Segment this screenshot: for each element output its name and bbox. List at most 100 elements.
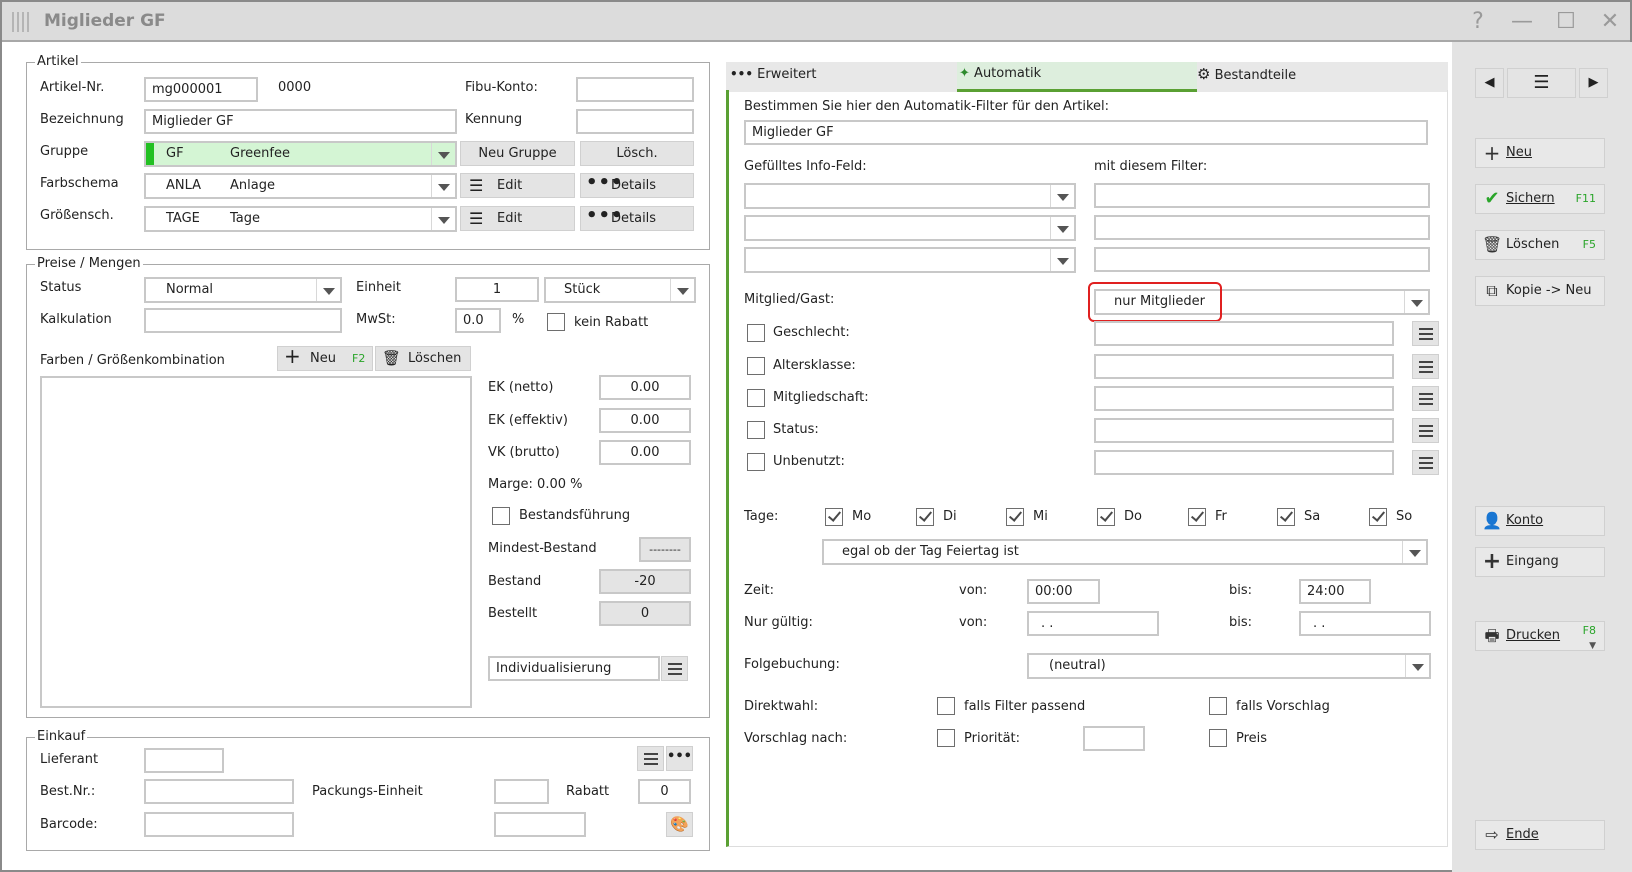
chevron-down-icon[interactable] xyxy=(1405,655,1429,677)
lieferant-menu-button[interactable] xyxy=(637,746,664,771)
geschlecht-checkbox[interactable] xyxy=(747,324,765,342)
maximize-button[interactable]: ☐ xyxy=(1552,8,1580,36)
chevron-down-icon[interactable] xyxy=(1050,249,1074,271)
chevron-down-icon[interactable] xyxy=(431,143,455,165)
altersklasse-input[interactable] xyxy=(1094,354,1394,379)
zeit-bis-input[interactable]: 24:00 xyxy=(1299,579,1371,604)
chevron-down-icon[interactable]: ▼ xyxy=(1589,632,1596,660)
packungs-einheit-input[interactable] xyxy=(494,779,549,804)
feiertag-select[interactable]: egal ob der Tag Feiertag ist xyxy=(822,539,1428,565)
palette-icon[interactable]: 🎨 xyxy=(666,812,693,837)
tab-automatik[interactable]: ✦ Automatik xyxy=(959,60,1041,88)
bezeichnung-input[interactable]: Miglieder GF xyxy=(144,109,457,134)
day-sa-checkbox[interactable] xyxy=(1277,508,1295,526)
help-icon[interactable]: ? xyxy=(1464,8,1492,36)
mindest-input[interactable]: -------- xyxy=(639,537,691,562)
barcode-input[interactable] xyxy=(144,812,294,837)
day-fr-checkbox[interactable] xyxy=(1188,508,1206,526)
list-menu-button[interactable]: ☰ xyxy=(1507,68,1576,98)
chevron-down-icon[interactable] xyxy=(1050,217,1074,239)
chevron-down-icon[interactable] xyxy=(1050,185,1074,207)
geschlecht-input[interactable] xyxy=(1094,321,1394,346)
tab-erweitert[interactable]: ••• Erweitert xyxy=(730,60,817,88)
einheit-input[interactable]: 1 xyxy=(455,277,539,302)
neu-gruppe-button[interactable]: Neu Gruppe xyxy=(460,141,575,166)
day-so-checkbox[interactable] xyxy=(1369,508,1387,526)
altersklasse-checkbox[interactable] xyxy=(747,357,765,375)
auto-status-input[interactable] xyxy=(1094,418,1394,443)
ek-eff-input[interactable]: 0.00 xyxy=(599,408,691,433)
status-select[interactable]: Normal xyxy=(144,277,342,303)
status-checkbox[interactable] xyxy=(747,421,765,439)
groess-details-button[interactable]: ••• Details xyxy=(580,205,694,231)
automatik-filter-name-input[interactable]: Miglieder GF xyxy=(744,120,1428,145)
day-di-checkbox[interactable] xyxy=(916,508,934,526)
artikel-nr-input[interactable]: mg000001 xyxy=(144,77,258,102)
chevron-down-icon[interactable] xyxy=(670,279,694,301)
chevron-down-icon[interactable] xyxy=(1404,291,1428,313)
kalkulation-input[interactable] xyxy=(144,308,342,333)
einheit-unit-select[interactable]: Stück xyxy=(544,277,696,303)
kennung-input[interactable] xyxy=(576,109,694,134)
folgebuchung-select[interactable]: (neutral) xyxy=(1027,653,1431,679)
ek-netto-input[interactable]: 0.00 xyxy=(599,375,691,400)
ende-button[interactable]: ⇨ Ende xyxy=(1475,820,1605,850)
drucken-button[interactable]: 🖶 Drucken F8 ▼ xyxy=(1475,621,1605,651)
individualisierung-menu-button[interactable] xyxy=(661,656,688,681)
chevron-down-icon[interactable] xyxy=(431,208,455,230)
falls-filter-checkbox[interactable] xyxy=(937,697,955,715)
groessensch-select[interactable]: TAGE Tage xyxy=(144,206,457,232)
filter-input-3[interactable] xyxy=(1094,247,1430,272)
gruppe-select[interactable]: GF Greenfee xyxy=(144,141,457,167)
mitgliedschaft-menu-button[interactable] xyxy=(1412,386,1439,411)
day-mi-checkbox[interactable] xyxy=(1006,508,1024,526)
info-feld-select-1[interactable] xyxy=(744,183,1076,209)
mitgliedschaft-input[interactable] xyxy=(1094,386,1394,411)
lieferant-more-button[interactable]: ••• xyxy=(666,746,693,771)
kopie-neu-button[interactable]: ⧉ Kopie -> Neu xyxy=(1475,276,1605,306)
chevron-down-icon[interactable] xyxy=(316,279,340,301)
barcode-extra-input[interactable] xyxy=(494,812,586,837)
day-do-checkbox[interactable] xyxy=(1097,508,1115,526)
bestnr-input[interactable] xyxy=(144,779,294,804)
loeschen-button[interactable]: 🗑 Löschen F5 xyxy=(1475,230,1605,260)
lieferant-input[interactable] xyxy=(144,748,224,773)
unbenutzt-input[interactable] xyxy=(1094,450,1394,475)
konto-button[interactable]: 👤 Konto xyxy=(1475,506,1605,536)
prioritaet-checkbox[interactable] xyxy=(937,729,955,747)
gueltig-von-input[interactable]: . . xyxy=(1027,611,1159,636)
kombination-list[interactable] xyxy=(40,376,472,708)
mitgliedschaft-checkbox[interactable] xyxy=(747,389,765,407)
prev-button[interactable]: ◀ xyxy=(1475,68,1504,98)
eingang-button[interactable]: + Eingang xyxy=(1475,547,1605,577)
preis-checkbox[interactable] xyxy=(1209,729,1227,747)
close-button[interactable]: ✕ xyxy=(1596,8,1624,36)
day-mo-checkbox[interactable] xyxy=(825,508,843,526)
vk-input[interactable]: 0.00 xyxy=(599,440,691,465)
farb-details-button[interactable]: ••• Details xyxy=(580,172,694,198)
gueltig-bis-input[interactable]: . . xyxy=(1299,611,1431,636)
individualisierung-input[interactable]: Individualisierung xyxy=(488,656,660,681)
sichern-button[interactable]: ✔ Sichern F11 xyxy=(1475,184,1605,214)
filter-input-2[interactable] xyxy=(1094,215,1430,240)
farbschema-select[interactable]: ANLA Anlage xyxy=(144,173,457,199)
tab-bestandteile[interactable]: ⚙ Bestandteile xyxy=(1197,60,1296,88)
loesch-button[interactable]: Lösch. xyxy=(580,141,694,166)
info-feld-select-3[interactable] xyxy=(744,247,1076,273)
fibu-input[interactable] xyxy=(576,77,694,102)
filter-input-1[interactable] xyxy=(1094,183,1430,208)
zeit-von-input[interactable]: 00:00 xyxy=(1027,579,1100,604)
geschlecht-menu-button[interactable] xyxy=(1412,321,1439,346)
bestandsfuehrung-checkbox[interactable] xyxy=(492,507,510,525)
falls-vorschlag-checkbox[interactable] xyxy=(1209,697,1227,715)
info-feld-select-2[interactable] xyxy=(744,215,1076,241)
unbenutzt-checkbox[interactable] xyxy=(747,453,765,471)
kein-rabatt-checkbox[interactable] xyxy=(547,313,565,331)
chevron-down-icon[interactable] xyxy=(431,175,455,197)
altersklasse-menu-button[interactable] xyxy=(1412,354,1439,379)
minimize-button[interactable]: — xyxy=(1508,8,1536,36)
prioritaet-input[interactable] xyxy=(1083,726,1145,751)
neu-button[interactable]: + Neu xyxy=(1475,138,1605,168)
grip-icon[interactable] xyxy=(12,12,30,32)
groess-edit-button[interactable]: ☰ Edit xyxy=(460,206,575,231)
